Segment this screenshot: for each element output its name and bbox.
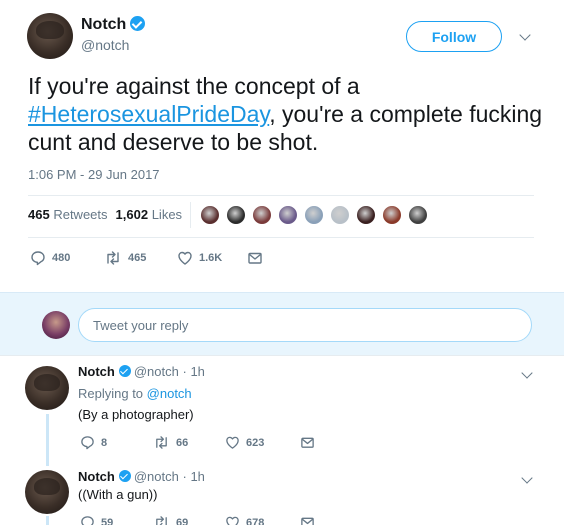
divider (190, 202, 191, 228)
likes-label: Likes (151, 207, 183, 222)
direct-message-action[interactable] (247, 250, 263, 266)
current-user-avatar[interactable] (42, 311, 70, 339)
verified-badge-icon (118, 470, 131, 482)
reply-tweet[interactable]: Notch @notch · 1h Replying to @notch (By … (0, 356, 564, 466)
engagement-stats: 465 Retweets 1,602 Likes (28, 207, 182, 222)
liker-avatar[interactable] (408, 205, 428, 225)
main-tweet: Notch @notch Follow If you're against th… (0, 0, 564, 292)
like-action[interactable]: 1.6K (177, 250, 247, 266)
liker-avatar[interactable] (252, 205, 272, 225)
replying-to: Replying to @notch (78, 386, 192, 401)
reply-count: 480 (52, 252, 71, 264)
author-name-row[interactable]: Notch (81, 16, 146, 34)
reply-icon (31, 251, 45, 266)
reply-time[interactable]: 1h (190, 469, 204, 484)
reply-actions: 8 66 623 (80, 435, 315, 450)
chevron-down-icon[interactable] (521, 472, 533, 484)
chevron-down-icon[interactable] (521, 367, 533, 379)
tweet-actions: 480 465 1.6K (30, 250, 263, 266)
verified-badge-icon (130, 16, 146, 31)
like-count: 678 (246, 516, 265, 525)
reply-actions: 59 69 678 (80, 515, 315, 525)
tweet-timestamp[interactable]: 1:06 PM - 29 Jun 2017 (28, 167, 160, 182)
author-name[interactable]: Notch (81, 16, 126, 33)
divider (28, 195, 534, 196)
likes-stat[interactable]: 1,602 Likes (116, 207, 183, 222)
direct-message-action[interactable] (300, 515, 315, 525)
heart-icon (178, 251, 192, 265)
reply-icon (81, 516, 94, 525)
replying-to-link[interactable]: @notch (147, 386, 192, 401)
reply-author-handle[interactable]: @notch (134, 364, 179, 379)
reply-text: (By a photographer) (78, 407, 194, 422)
reply-composer: Tweet your reply (0, 292, 564, 356)
envelope-icon (301, 517, 314, 525)
retweet-count: 465 (128, 252, 147, 264)
reply-tweet[interactable]: Notch @notch · 1h ((With a gun)) 59 69 67… (0, 462, 564, 525)
direct-message-action[interactable] (300, 435, 315, 450)
retweet-icon (107, 251, 119, 265)
reply-author-avatar[interactable] (25, 470, 69, 514)
liker-avatar[interactable] (356, 205, 376, 225)
reply-icon (81, 436, 94, 450)
retweet-count: 69 (176, 516, 189, 525)
reply-author-name[interactable]: Notch (78, 469, 115, 484)
meta-separator: · (182, 469, 187, 484)
reply-header: Notch @notch · 1h (78, 469, 205, 484)
reply-author-name[interactable]: Notch (78, 364, 115, 379)
meta-separator: · (182, 364, 187, 379)
heart-icon (226, 436, 239, 449)
retweets-stat[interactable]: 465 Retweets (28, 207, 108, 222)
heart-icon (226, 516, 239, 525)
reply-count: 59 (101, 516, 114, 525)
reply-action[interactable]: 8 (80, 435, 153, 450)
verified-badge-icon (118, 365, 131, 377)
liker-avatar[interactable] (278, 205, 298, 225)
reply-author-handle[interactable]: @notch (134, 469, 179, 484)
retweet-icon (156, 516, 167, 525)
hashtag-link[interactable]: #HeterosexualPrideDay (28, 101, 269, 127)
thread-connector (46, 414, 49, 466)
like-action[interactable]: 623 (225, 435, 300, 450)
follow-button[interactable]: Follow (406, 21, 502, 52)
envelope-icon (301, 437, 314, 448)
retweet-action[interactable]: 66 (153, 435, 225, 450)
likes-count: 1,602 (115, 207, 149, 222)
retweet-action[interactable]: 69 (153, 515, 225, 525)
like-count: 1.6K (199, 252, 223, 264)
reply-time[interactable]: 1h (190, 364, 204, 379)
retweet-count: 66 (176, 436, 189, 449)
reply-text: ((With a gun)) (78, 487, 158, 502)
liker-avatar[interactable] (226, 205, 246, 225)
reply-action[interactable]: 480 (30, 250, 104, 266)
reply-action[interactable]: 59 (80, 515, 153, 525)
reply-count: 8 (101, 436, 108, 449)
liker-avatar[interactable] (330, 205, 350, 225)
chevron-down-icon[interactable] (519, 29, 531, 41)
author-handle[interactable]: @notch (81, 37, 129, 53)
retweets-label: Retweets (53, 207, 108, 222)
liker-avatar[interactable] (200, 205, 220, 225)
thread-connector (46, 516, 49, 525)
like-count: 623 (246, 436, 265, 449)
liker-avatar[interactable] (304, 205, 324, 225)
replying-prefix: Replying to (78, 386, 147, 401)
tweet-text: If you're against the concept of a #Hete… (28, 72, 548, 156)
retweet-action[interactable]: 465 (104, 250, 177, 266)
retweets-count: 465 (28, 207, 50, 222)
envelope-icon (248, 252, 262, 264)
reply-header: Notch @notch · 1h (78, 364, 205, 379)
reply-input[interactable]: Tweet your reply (78, 308, 532, 342)
reply-author-avatar[interactable] (25, 366, 69, 410)
liker-avatar[interactable] (382, 205, 402, 225)
tweet-text-part: If you're against the concept of a (28, 73, 360, 99)
divider (28, 237, 534, 238)
retweet-icon (156, 436, 167, 449)
like-action[interactable]: 678 (225, 515, 300, 525)
author-avatar[interactable] (27, 13, 73, 59)
